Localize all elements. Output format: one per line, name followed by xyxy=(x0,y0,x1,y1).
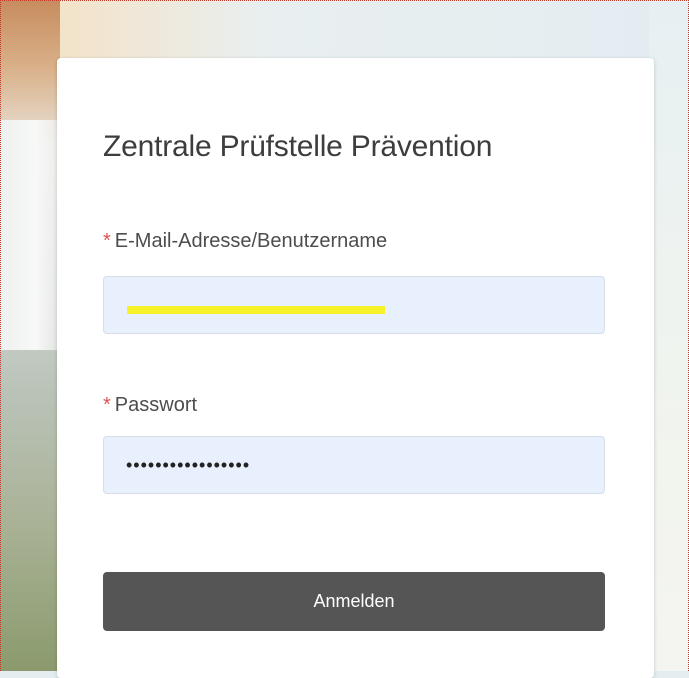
login-button[interactable]: Anmelden xyxy=(103,572,605,631)
required-marker: * xyxy=(103,230,111,252)
password-label-text: Passwort xyxy=(114,394,198,416)
password-field[interactable] xyxy=(103,436,605,494)
email-label-text: E-Mail-Adresse/Benutzername xyxy=(114,230,388,252)
email-label: * E-Mail-Adresse/Benutzername xyxy=(103,230,387,253)
background-image-left xyxy=(0,0,60,671)
login-card: Zentrale Prüfstelle Prävention * E-Mail-A… xyxy=(57,58,654,678)
password-label: * Passwort xyxy=(103,394,197,417)
email-field[interactable] xyxy=(103,276,605,334)
page-title: Zentrale Prüfstelle Prävention xyxy=(103,130,493,163)
background-image-right xyxy=(649,0,689,671)
background-top xyxy=(60,0,649,60)
required-marker: * xyxy=(103,394,111,416)
